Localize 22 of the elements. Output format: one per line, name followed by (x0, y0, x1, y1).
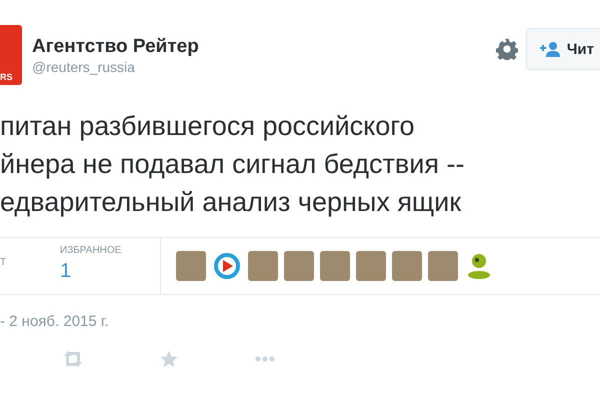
tweet-date: - 2 нояб. 2015 г. (0, 313, 110, 330)
account-handle[interactable]: @reuters_russia (32, 58, 199, 74)
avatar-photo-placeholder[interactable] (284, 251, 314, 281)
tweet-text: йнера не подавал сигнал бедствия -- (0, 148, 466, 181)
tweet-text: питан разбившегося российского (0, 110, 416, 143)
settings-icon[interactable] (496, 38, 518, 60)
stat-count[interactable]: 1 (60, 259, 160, 283)
logo[interactable]: RS (0, 25, 22, 85)
avatar-photo-placeholder[interactable] (320, 251, 350, 281)
avatar-photo-placeholder[interactable] (356, 251, 386, 281)
avatar-photo-placeholder[interactable] (428, 251, 458, 281)
stat-label: Т (0, 257, 8, 270)
retweet-icon[interactable] (62, 350, 84, 368)
add-person-icon (538, 41, 561, 57)
follow-button[interactable]: Чит (526, 28, 600, 70)
avatar-photo-placeholder[interactable] (392, 251, 422, 281)
tweet-text: едварительный анализ черных ящик (0, 186, 462, 219)
stat-label: ИЗБРАННОЕ (60, 245, 122, 258)
avatar-photo-placeholder[interactable] (176, 251, 206, 281)
account-name[interactable]: Агентство Рейтер (32, 36, 199, 58)
star-icon[interactable] (158, 350, 180, 368)
avatar-photo-placeholder[interactable] (248, 251, 278, 281)
